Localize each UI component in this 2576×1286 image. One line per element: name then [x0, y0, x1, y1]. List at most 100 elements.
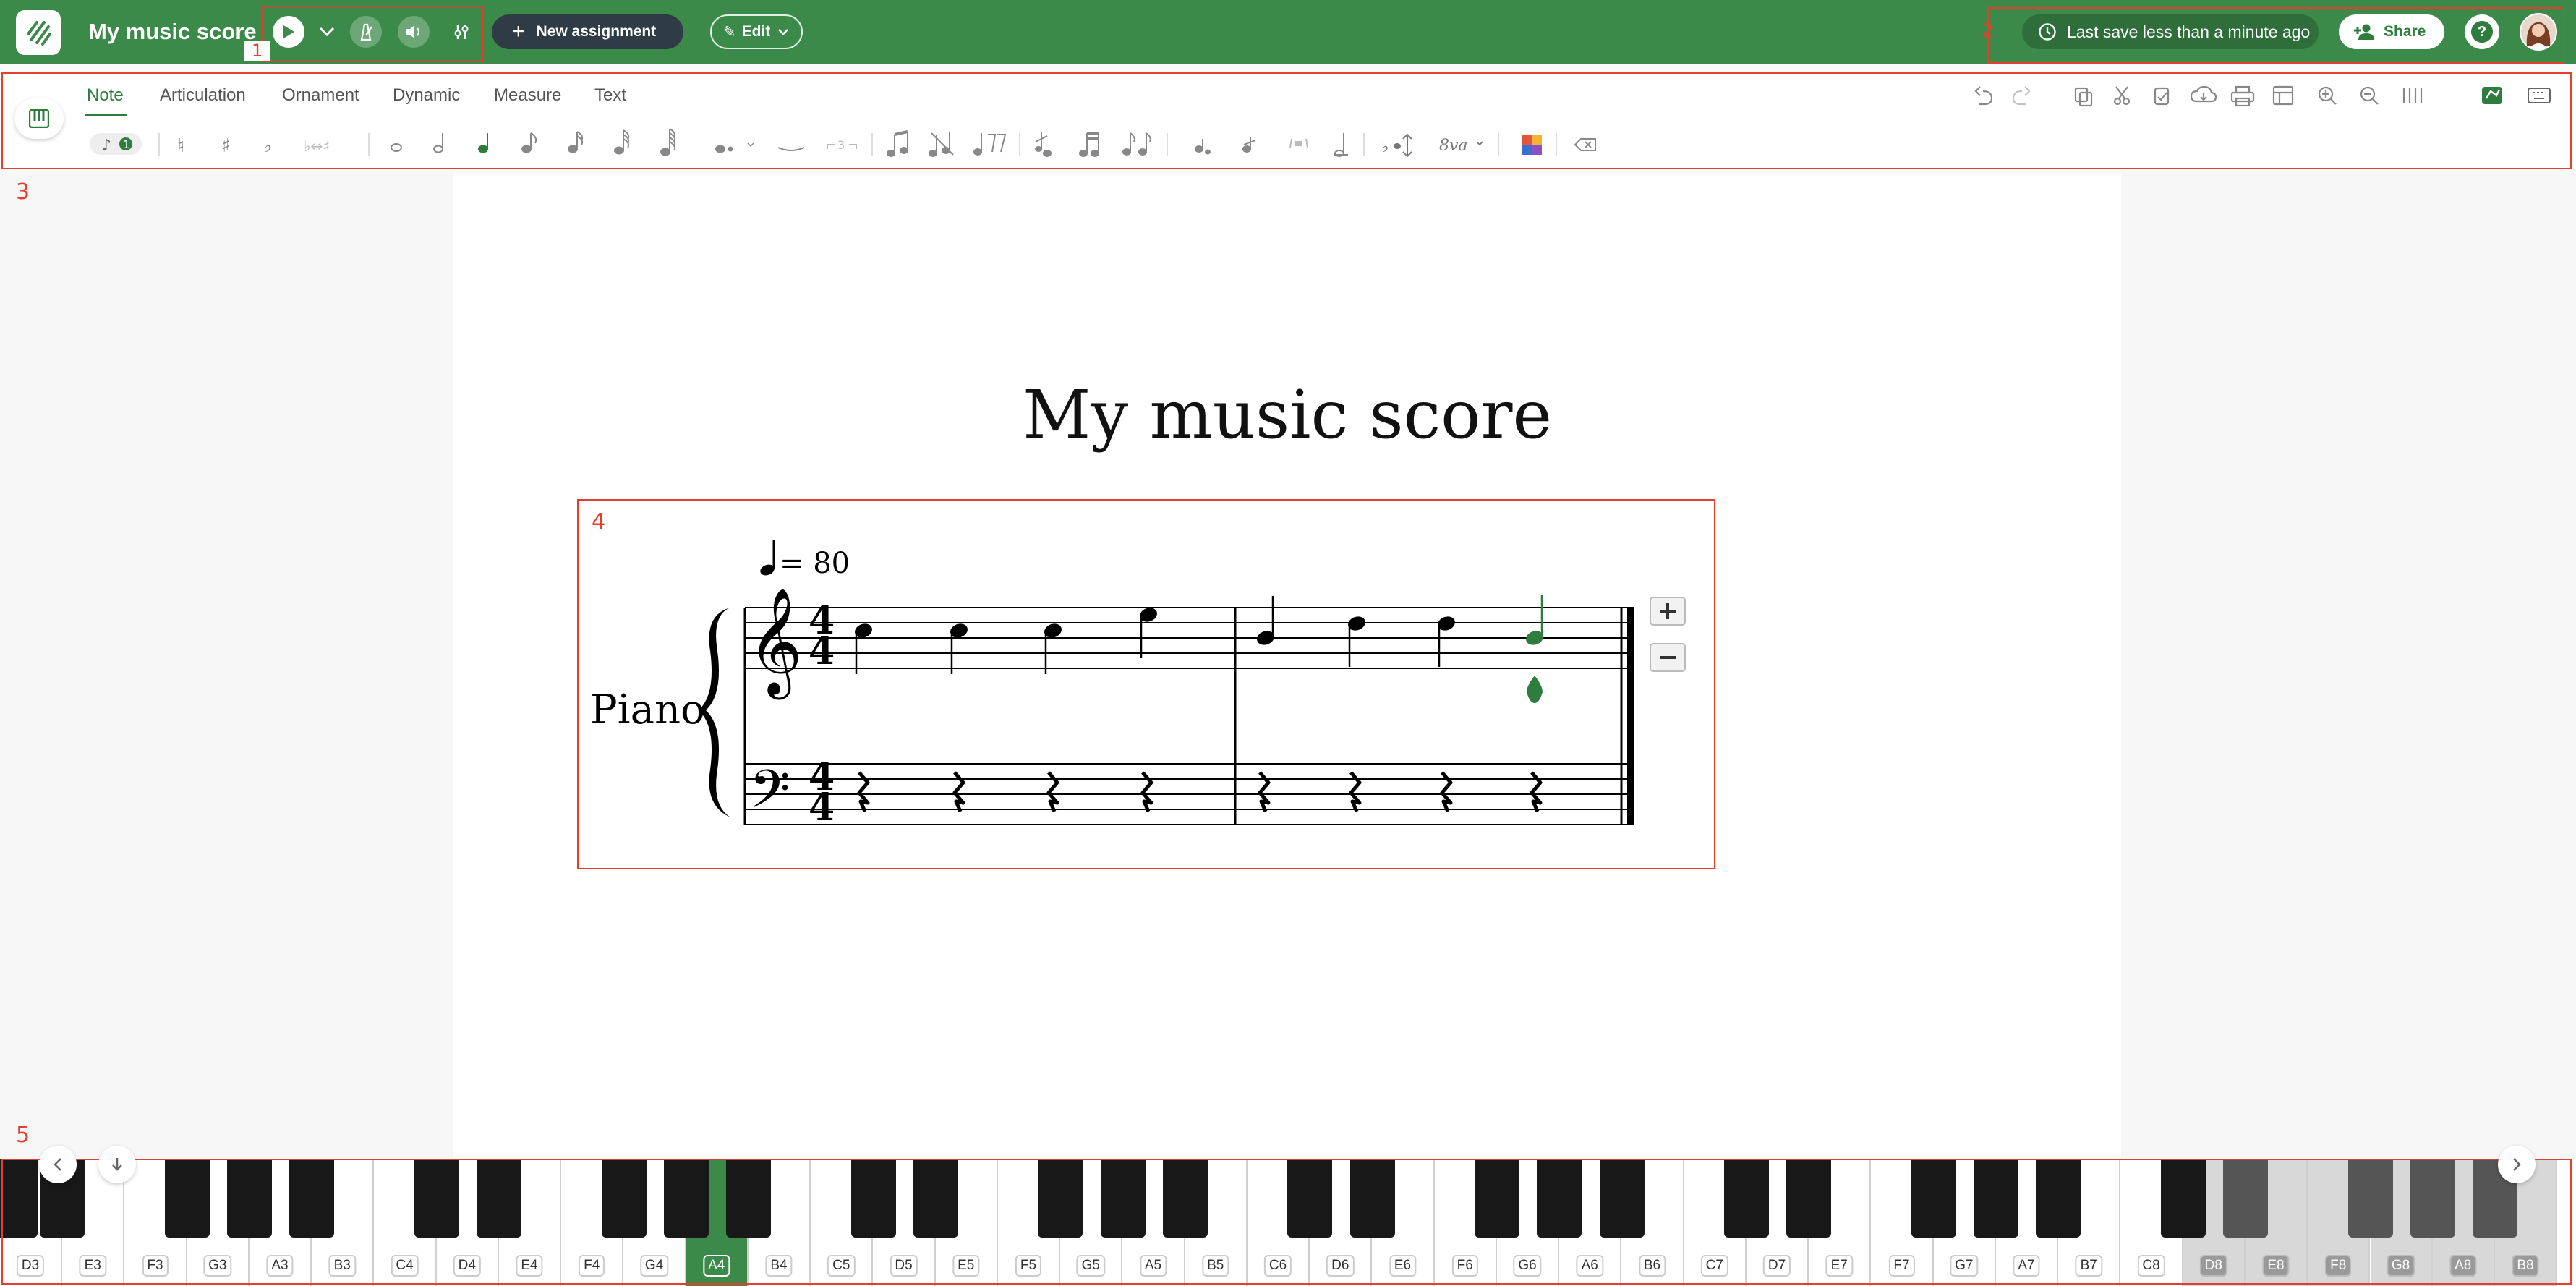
- chevron-down-icon[interactable]: [311, 16, 343, 48]
- paste-icon[interactable]: [2154, 87, 2170, 106]
- new-assignment-button[interactable]: + New assignment: [492, 14, 683, 49]
- app-logo[interactable]: [16, 10, 61, 55]
- app-title[interactable]: My music score: [88, 19, 257, 45]
- keyboard-scroll-left-button[interactable]: [39, 1146, 77, 1183]
- cut-icon[interactable]: [2113, 86, 2131, 106]
- cloud-save-icon[interactable]: [2190, 85, 2217, 103]
- piano-key-d-sharp-5[interactable]: [913, 1159, 958, 1238]
- note-c5[interactable]: [950, 623, 968, 674]
- piano-keyboard-icon[interactable]: [14, 98, 64, 139]
- piano-key-c-sharp-3[interactable]: [0, 1159, 38, 1238]
- piano-key-f-sharp-4[interactable]: [601, 1159, 647, 1238]
- keyboard-shortcuts-icon[interactable]: [2528, 88, 2551, 103]
- mixer-icon[interactable]: [445, 16, 477, 48]
- piano-key-g-sharp-6[interactable]: [1537, 1159, 1582, 1238]
- measure-view-icon[interactable]: [2402, 88, 2423, 103]
- zoom-in-icon[interactable]: [2318, 86, 2337, 105]
- layout-icon[interactable]: [2272, 85, 2294, 106]
- piano-key-g-sharp-5[interactable]: [1100, 1159, 1146, 1238]
- user-avatar[interactable]: [2520, 13, 2557, 51]
- piano-keyboard[interactable]: D3 E3 F3 G3 A3 B3 C4 D4 E4 F4 G4 A4 B4 C5 D5 E5 F5 G5 A5 B5…: [0, 1159, 2576, 1286]
- whole-note-icon[interactable]: [391, 143, 402, 152]
- note-color-icon[interactable]: [1522, 135, 1542, 155]
- redo-icon[interactable]: [2012, 86, 2031, 106]
- tab-dynamic[interactable]: Dynamic: [393, 85, 460, 106]
- speaker-icon[interactable]: [398, 16, 430, 48]
- flat-icon[interactable]: ♭: [263, 135, 272, 157]
- dotted-note-icon[interactable]: [715, 142, 754, 153]
- copy-icon[interactable]: [2074, 87, 2093, 107]
- piano-key-f-sharp-5[interactable]: [1038, 1159, 1083, 1238]
- piano-key-c-sharp-7[interactable]: [1724, 1159, 1769, 1238]
- half-note-icon[interactable]: [433, 133, 443, 153]
- note-c5[interactable]: [1044, 623, 1062, 674]
- piano-key-d-sharp-6[interactable]: [1349, 1159, 1395, 1238]
- cue-note-icon[interactable]: [1334, 133, 1348, 157]
- rest-icon[interactable]: [1289, 138, 1308, 148]
- time-signature-bass-bottom[interactable]: 4: [809, 785, 835, 830]
- keyboard-collapse-button[interactable]: [98, 1146, 136, 1183]
- sixteenth-note-icon[interactable]: [568, 131, 584, 153]
- input-cursor-drop-icon[interactable]: [1527, 676, 1543, 703]
- print-icon[interactable]: [2230, 85, 2255, 107]
- beam-16th-icon[interactable]: [1079, 132, 1099, 157]
- play-button[interactable]: [273, 16, 304, 48]
- note-names-icon[interactable]: [2482, 87, 2502, 104]
- treble-staff[interactable]: [745, 607, 1634, 669]
- appoggiatura-icon[interactable]: [1242, 137, 1256, 153]
- tab-note[interactable]: Note: [87, 85, 124, 106]
- score-title[interactable]: My music score: [897, 376, 1678, 453]
- piano-key-f-sharp-8[interactable]: [2347, 1159, 2393, 1238]
- tie-icon[interactable]: [777, 147, 805, 151]
- help-button[interactable]: ?: [2465, 14, 2499, 49]
- note-c5[interactable]: [1347, 616, 1366, 667]
- piano-key-f-sharp-7[interactable]: [1911, 1159, 1956, 1238]
- note-a4-selected[interactable]: [1525, 595, 1544, 646]
- instrument-name[interactable]: Piano: [590, 686, 705, 733]
- note-a4[interactable]: [1256, 596, 1275, 646]
- acciaccatura-icon[interactable]: [1195, 139, 1211, 155]
- beam-break-icon[interactable]: [973, 133, 1007, 156]
- note-e5[interactable]: [1139, 607, 1158, 658]
- piano-key-a-sharp-5[interactable]: [1162, 1159, 1208, 1238]
- piano-key-a-sharp-3[interactable]: [289, 1159, 335, 1238]
- piano-key-a-sharp-6[interactable]: [1599, 1159, 1645, 1238]
- note-c5[interactable]: [1437, 616, 1456, 667]
- grace-note-icon[interactable]: [1035, 132, 1052, 157]
- piano-key-f-sharp-6[interactable]: [1475, 1159, 1519, 1238]
- piano-key-d-sharp-7[interactable]: [1786, 1159, 1832, 1238]
- tab-articulation[interactable]: Articulation: [160, 85, 246, 106]
- piano-key-c-sharp-8[interactable]: [2160, 1159, 2206, 1238]
- ottava-icon[interactable]: 8va: [1439, 137, 1483, 155]
- quarter-note-icon[interactable]: [478, 133, 488, 153]
- enharmonic-icon[interactable]: ♭↔♯: [304, 137, 330, 155]
- unbeam-icon[interactable]: [929, 132, 954, 157]
- beam-8th-icon[interactable]: [1122, 132, 1151, 156]
- piano-key-g-sharp-8[interactable]: [2410, 1159, 2455, 1238]
- piano-key-d-sharp-8[interactable]: [2223, 1159, 2268, 1238]
- 32nd-note-icon[interactable]: [614, 129, 630, 155]
- share-button[interactable]: Share: [2339, 14, 2444, 49]
- piano-key-a-sharp-4[interactable]: [726, 1159, 771, 1238]
- beam-icon[interactable]: [887, 130, 908, 157]
- piano-key-d-sharp-4[interactable]: [477, 1159, 521, 1238]
- keyboard-scroll-right-button[interactable]: [2498, 1146, 2536, 1183]
- delete-icon[interactable]: [1574, 138, 1596, 151]
- edit-button[interactable]: ✎ Edit: [710, 14, 803, 49]
- piano-key-f-sharp-3[interactable]: [164, 1159, 210, 1238]
- piano-key-c-sharp-5[interactable]: [850, 1159, 896, 1238]
- transpose-icon[interactable]: ♭: [1381, 133, 1412, 158]
- piano-key-g-sharp-7[interactable]: [1974, 1159, 2018, 1238]
- eighth-note-icon[interactable]: [521, 132, 537, 153]
- time-signature-treble-bottom[interactable]: 4: [809, 629, 835, 673]
- 64th-note-icon[interactable]: [660, 128, 676, 156]
- note-c5[interactable]: [854, 623, 873, 674]
- piano-key-g-sharp-4[interactable]: [663, 1159, 709, 1238]
- natural-icon[interactable]: ♮: [178, 135, 184, 157]
- metronome-icon[interactable]: [350, 16, 382, 48]
- piano-key-c-sharp-6[interactable]: [1287, 1159, 1333, 1238]
- undo-icon[interactable]: [1974, 86, 1993, 106]
- tab-text[interactable]: Text: [594, 85, 626, 106]
- piano-key-c-sharp-4[interactable]: [414, 1159, 459, 1238]
- sharp-icon[interactable]: ♯: [221, 135, 231, 157]
